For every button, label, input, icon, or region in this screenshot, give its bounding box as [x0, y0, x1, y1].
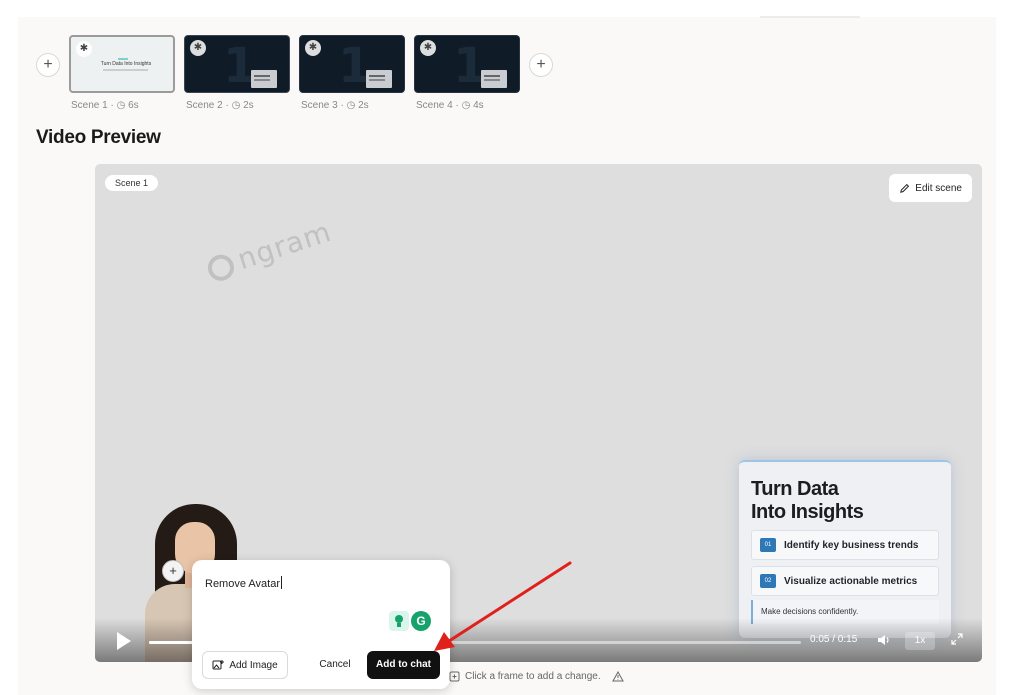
- fullscreen-icon[interactable]: [951, 633, 963, 645]
- lightbulb-icon[interactable]: [389, 611, 409, 631]
- playback-speed-button[interactable]: 1x: [905, 632, 935, 650]
- thumb-subtitle-line: [103, 69, 148, 71]
- thumb-mini-card: [366, 70, 392, 88]
- card-title-line-1: Turn Data: [751, 478, 839, 500]
- section-title: Video Preview: [36, 127, 161, 148]
- scene-2-label: Scene 2 · ◷ 2s: [186, 100, 254, 111]
- add-scene-after-button[interactable]: +: [529, 53, 553, 77]
- thumb-title: Turn Data Into Insights: [100, 61, 152, 67]
- frame-add-icon: [449, 671, 460, 682]
- scene-settings-icon[interactable]: ✱: [190, 40, 206, 56]
- thumb-accent: [118, 58, 128, 60]
- card-item-text: Visualize actionable metrics: [784, 575, 918, 587]
- add-scene-before-button[interactable]: +: [36, 53, 60, 77]
- scene-thumbnail-4[interactable]: ✱ 1: [414, 35, 520, 93]
- volume-icon[interactable]: [877, 633, 891, 647]
- top-divider: [760, 16, 860, 18]
- warning-icon[interactable]: [612, 671, 624, 682]
- watermark: ngram: [203, 215, 335, 286]
- scene-thumbnail-1[interactable]: ✱ Turn Data Into Insights: [69, 35, 175, 93]
- edit-scene-button[interactable]: Edit scene: [889, 174, 972, 202]
- frame-hint: Click a frame to add a change.: [449, 671, 601, 682]
- time-display: 0:05 / 0:15: [810, 634, 858, 645]
- card-item-text: Identify key business trends: [784, 539, 919, 551]
- card-item-number: 01: [760, 538, 776, 552]
- scene-settings-icon[interactable]: ✱: [305, 40, 321, 56]
- edit-scene-label: Edit scene: [915, 182, 962, 194]
- watermark-logo-icon: [204, 251, 238, 285]
- pencil-icon: [900, 183, 910, 193]
- card-item-2: 02 Visualize actionable metrics: [751, 566, 939, 596]
- card-item-1: 01 Identify key business trends: [751, 530, 939, 560]
- play-icon[interactable]: [117, 632, 131, 650]
- extension-icons: G: [389, 611, 431, 631]
- card-title-line-2: Into Insights: [751, 501, 864, 523]
- scene-3-label: Scene 3 · ◷ 2s: [301, 100, 369, 111]
- thumb-mini-card: [251, 70, 277, 88]
- change-request-input[interactable]: Remove Avatar: [205, 576, 282, 590]
- frame-hint-text: Click a frame to add a change.: [465, 671, 601, 682]
- scene-thumbnail-2[interactable]: ✱ 1: [184, 35, 290, 93]
- cancel-button[interactable]: Cancel: [310, 651, 360, 679]
- add-image-button[interactable]: Add Image: [202, 651, 288, 679]
- image-add-icon: [212, 660, 225, 670]
- scene-settings-icon[interactable]: ✱: [76, 41, 92, 57]
- watermark-text: ngram: [233, 214, 336, 277]
- scene-chip: Scene 1: [105, 175, 159, 191]
- scene-thumbnail-3[interactable]: ✱ 1: [299, 35, 405, 93]
- scene-4-label: Scene 4 · ◷ 4s: [416, 100, 484, 111]
- scene-1-label: Scene 1 · ◷ 6s: [71, 100, 139, 111]
- change-request-popup: Remove Avatar G Add Image Cancel Add to …: [192, 560, 450, 689]
- avatar-add-button[interactable]: +: [162, 560, 184, 582]
- insights-card: Turn Data Into Insights 01 Identify key …: [739, 460, 951, 638]
- card-item-number: 02: [760, 574, 776, 588]
- add-to-chat-button[interactable]: Add to chat: [367, 651, 440, 679]
- scene-settings-icon[interactable]: ✱: [420, 40, 436, 56]
- thumb-mini-card: [481, 70, 507, 88]
- card-title: Turn Data Into Insights: [751, 478, 864, 524]
- grammarly-icon[interactable]: G: [411, 611, 431, 631]
- add-image-label: Add Image: [229, 659, 278, 671]
